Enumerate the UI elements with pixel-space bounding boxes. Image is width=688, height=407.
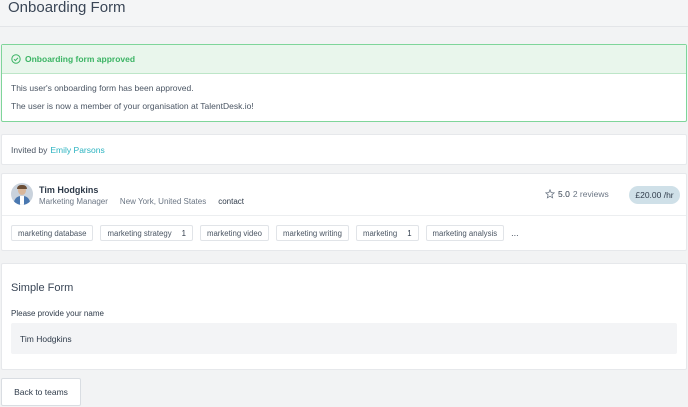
skill-tag: marketing database [11,225,94,241]
page-header: Onboarding Form [0,0,688,27]
skill-count: 1 [407,228,412,238]
form-question: Please provide your name [11,309,104,318]
form-title: Simple Form [11,282,74,294]
form-answer: Tim Hodgkins [11,323,677,354]
profile-header: Tim Hodgkins Marketing Manager New York,… [2,174,686,216]
approval-alert: Onboarding form approved This user's onb… [1,44,687,122]
skill-label: marketing video [206,228,263,238]
skill-tag: marketing video [199,225,270,241]
alert-body: This user's onboarding form has been app… [2,74,686,111]
alert-line: The user is now a member of your organis… [11,101,254,111]
skill-tag: marketing writing [276,225,349,241]
alert-header: Onboarding form approved [2,45,686,74]
invited-prefix: Invited by [11,144,48,155]
profile-location: New York, United States [119,197,207,206]
rate-badge: £20.00 /hr [629,186,680,204]
reviews-count[interactable]: 2 reviews [573,189,609,199]
profile-role: Marketing Manager [39,197,108,206]
back-to-teams-button[interactable]: Back to teams [1,378,81,406]
skill-label: marketing analysis [432,228,498,238]
skills-list: marketing database marketing strategy 1 m… [2,216,686,241]
check-circle-icon [11,54,21,64]
inviter-link[interactable]: Emily Parsons [50,145,104,155]
profile-meta: Marketing Manager New York, United State… [39,197,244,206]
profile-name[interactable]: Tim Hodgkins [39,185,98,195]
form-card: Simple Form Please provide your name Tim… [1,263,687,370]
contact-link[interactable]: contact [218,197,244,206]
skill-label: marketing writing [283,228,342,238]
alert-title: Onboarding form approved [25,54,136,64]
avatar[interactable] [11,183,33,205]
star-icon [545,189,555,199]
skill-count: 1 [181,228,186,238]
rating: 5.0 2 reviews [545,189,609,199]
rating-value: 5.0 [558,189,570,199]
skill-label: marketing [362,228,398,238]
skill-label: marketing strategy [107,228,172,238]
skill-tag: marketing strategy 1 [100,225,193,241]
skill-label: marketing database [18,228,87,238]
skill-tag: marketing 1 [355,225,419,241]
invited-by-card: Invited by Emily Parsons [1,134,687,165]
skill-tag: marketing analysis [425,225,505,241]
page-title: Onboarding Form [8,0,126,16]
alert-line: This user's onboarding form has been app… [11,83,194,93]
profile-card: Tim Hodgkins Marketing Manager New York,… [1,173,687,251]
more-skills-button[interactable]: ... [511,228,519,238]
